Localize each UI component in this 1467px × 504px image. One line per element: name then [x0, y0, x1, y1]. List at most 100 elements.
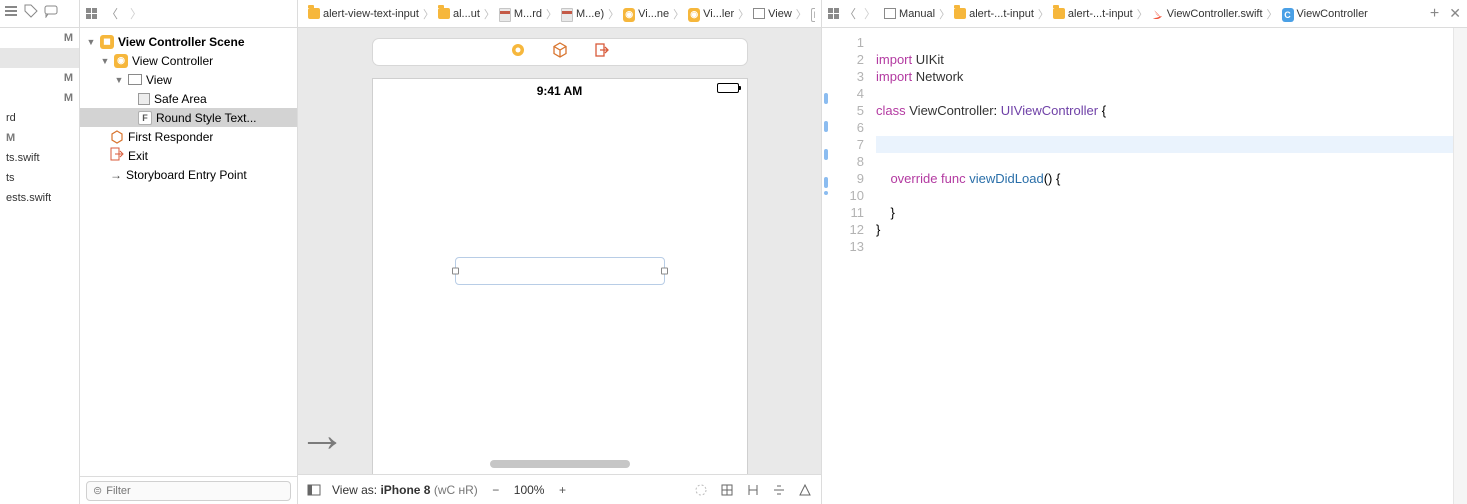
navigator-item-label: ts — [6, 172, 15, 184]
line-number[interactable]: 4 — [830, 85, 864, 102]
navigator-item[interactable]: ests.swift — [0, 188, 79, 208]
crumb[interactable]: FRound Style Text Field — [807, 8, 815, 20]
disclosure-icon[interactable]: ▼ — [86, 37, 96, 47]
code-line[interactable] — [876, 119, 1453, 136]
line-gutter[interactable]: 12345678910111213 — [830, 28, 872, 504]
device-preview[interactable]: 9:41 AM — [372, 78, 748, 474]
crumb[interactable]: alert-...t-input — [1049, 8, 1137, 20]
code-line[interactable]: class ViewController: UIViewController { — [876, 102, 1453, 119]
jump-bar-right[interactable]: Manual〉alert-...t-input〉alert-...t-input… — [880, 0, 1430, 28]
related-items-icon[interactable] — [828, 8, 840, 20]
toggle-outline-button[interactable] — [306, 482, 322, 498]
navigator-item[interactable]: ts — [0, 168, 79, 188]
disclosure-icon[interactable]: ▼ — [114, 75, 124, 85]
swift-icon — [1152, 8, 1164, 20]
zoom-level[interactable]: 100% — [514, 483, 545, 497]
crumb[interactable]: ViewController.swift — [1148, 8, 1267, 20]
line-number[interactable]: 10 — [830, 187, 864, 204]
back-button[interactable]: 〈 — [840, 5, 860, 22]
zoom-out-button[interactable]: − — [488, 482, 504, 498]
code-line[interactable]: import UIKit — [876, 51, 1453, 68]
line-number[interactable]: 3 — [830, 68, 864, 85]
navigator-item[interactable] — [0, 48, 79, 68]
embed-icon[interactable] — [719, 482, 735, 498]
align-icon[interactable] — [693, 482, 709, 498]
navigator-item[interactable]: rd — [0, 108, 79, 128]
jump-bar-left[interactable]: alert-view-text-input〉al...ut〉M...rd〉M..… — [304, 0, 815, 28]
crumb[interactable]: Manual — [880, 8, 939, 20]
line-number[interactable]: 5 — [830, 102, 864, 119]
tree-viewcontroller[interactable]: ▼ ◉ View Controller — [80, 51, 297, 70]
navigator-item[interactable]: ts.swift — [0, 148, 79, 168]
crumb[interactable]: al...ut — [434, 8, 484, 20]
outline-tree[interactable]: ▼ ◼ View Controller Scene ▼ ◉ View Contr… — [80, 28, 297, 476]
triangle-icon[interactable] — [797, 482, 813, 498]
object-cube-icon[interactable] — [552, 42, 568, 63]
resolve-icon[interactable] — [771, 482, 787, 498]
disclosure-icon[interactable]: ▼ — [100, 56, 110, 66]
entry-arrow-icon[interactable]: → — [298, 408, 346, 463]
tree-safearea[interactable]: Safe Area — [80, 89, 297, 108]
crumb[interactable]: CViewController — [1278, 8, 1372, 20]
crumb[interactable]: ◉Vi...ne — [619, 8, 673, 20]
line-number[interactable]: 2 — [830, 51, 864, 68]
navigator-item[interactable]: M — [0, 88, 79, 108]
object-exit-icon[interactable] — [594, 42, 610, 63]
line-number[interactable]: 8 — [830, 153, 864, 170]
crumb[interactable]: alert-...t-input — [950, 8, 1038, 20]
code-line[interactable] — [876, 85, 1453, 102]
line-number[interactable]: 12 — [830, 221, 864, 238]
tree-entrypoint[interactable]: → Storyboard Entry Point — [80, 165, 297, 184]
line-number[interactable]: 13 — [830, 238, 864, 255]
code-line[interactable]: } — [876, 204, 1453, 221]
crumb[interactable]: ◉Vi...ler — [684, 8, 738, 20]
code-line[interactable] — [876, 34, 1453, 51]
pin-icon[interactable] — [745, 482, 761, 498]
navigator-item[interactable]: M — [0, 128, 79, 148]
tag-icon[interactable] — [24, 4, 38, 23]
line-number[interactable]: 9 — [830, 170, 864, 187]
canvas-area[interactable]: 9:41 AM → — [298, 28, 821, 474]
code-line[interactable]: import Network — [876, 68, 1453, 85]
code-line[interactable] — [876, 187, 1453, 204]
resize-handle-left[interactable] — [452, 268, 459, 275]
tree-label: First Responder — [128, 130, 213, 144]
code-line[interactable]: override func viewDidLoad() { — [876, 170, 1453, 187]
line-number[interactable]: 7 — [830, 136, 864, 153]
zoom-in-button[interactable]: + — [554, 482, 570, 498]
code-area[interactable]: import UIKitimport Network class ViewCon… — [872, 28, 1453, 504]
minimap-strip[interactable] — [1453, 28, 1467, 504]
resize-handle-right[interactable] — [661, 268, 668, 275]
crumb[interactable]: alert-view-text-input — [304, 8, 423, 20]
crumb[interactable]: View — [749, 8, 796, 20]
tree-textfield[interactable]: F Round Style Text... — [80, 108, 297, 127]
tree-exit[interactable]: Exit — [80, 146, 297, 165]
tree-scene[interactable]: ▼ ◼ View Controller Scene — [80, 32, 297, 51]
horizontal-scrollbar[interactable] — [490, 460, 630, 468]
tree-firstresponder[interactable]: First Responder — [80, 127, 297, 146]
line-number[interactable]: 6 — [830, 119, 864, 136]
line-number[interactable]: 1 — [830, 34, 864, 51]
back-button[interactable]: 〈 — [102, 5, 122, 22]
crumb[interactable]: M...rd — [495, 8, 546, 20]
code-line[interactable] — [876, 153, 1453, 170]
outline-filter[interactable]: ⊜ — [86, 481, 291, 501]
related-items-icon[interactable] — [86, 8, 98, 20]
tree-view[interactable]: ▼ View — [80, 70, 297, 89]
line-number[interactable]: 11 — [830, 204, 864, 221]
add-editor-button[interactable]: + — [1430, 5, 1439, 23]
code-line[interactable] — [876, 136, 1453, 153]
speech-icon[interactable] — [44, 4, 58, 23]
project-navigator-sliver: MMMrdMts.swifttsests.swift — [0, 0, 80, 504]
navigator-item[interactable]: M — [0, 28, 79, 48]
navigator-item[interactable]: M — [0, 68, 79, 88]
view-as-label[interactable]: View as: iPhone 8 (ᴡC ʜR) — [332, 483, 478, 497]
code-line[interactable]: } — [876, 221, 1453, 238]
close-editor-button[interactable]: ✕ — [1449, 5, 1461, 22]
selected-textfield[interactable] — [455, 257, 665, 285]
filter-input[interactable] — [106, 485, 284, 497]
crumb[interactable]: M...e) — [557, 8, 608, 20]
code-line[interactable] — [876, 238, 1453, 255]
object-circle-icon[interactable] — [510, 42, 526, 63]
structure-icon[interactable] — [4, 4, 18, 23]
